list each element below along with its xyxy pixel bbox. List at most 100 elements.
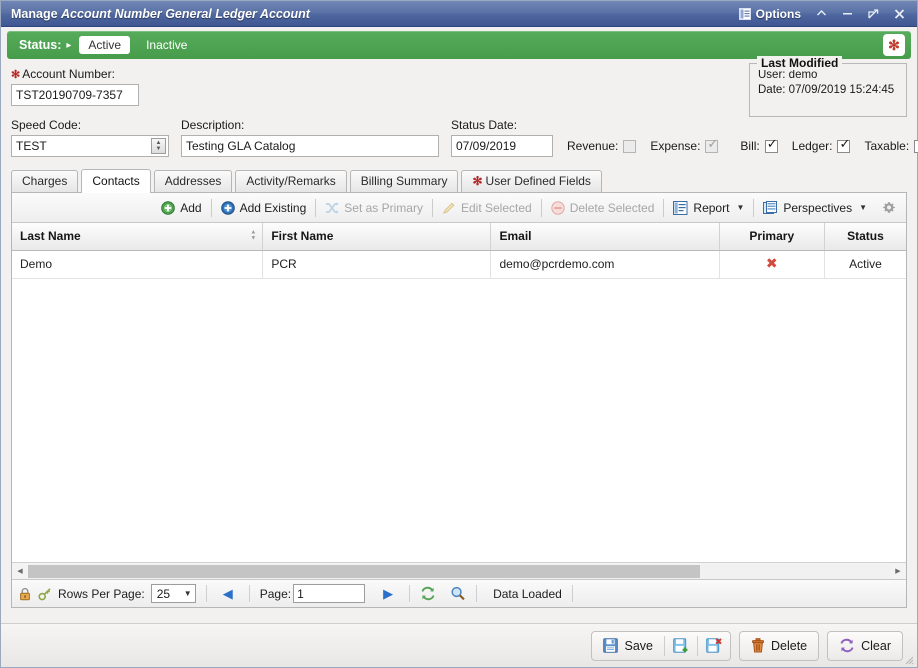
table-row[interactable]: Demo PCR demo@pcrdemo.com ✖ Active xyxy=(12,250,906,278)
column-header-status[interactable]: Status xyxy=(824,223,906,250)
previous-page-button[interactable]: ◀ xyxy=(217,586,239,602)
scroll-right-arrow-icon[interactable]: ▶ xyxy=(890,564,906,579)
tab-charges-label: Charges xyxy=(22,174,67,188)
perspectives-button[interactable]: Perspectives ▼ xyxy=(756,199,874,217)
account-number-input[interactable] xyxy=(11,84,139,106)
lock-icon[interactable] xyxy=(18,587,32,601)
status-option-active[interactable]: Active xyxy=(79,36,130,54)
cell-last-name: Demo xyxy=(12,250,263,278)
resize-grip-icon[interactable] xyxy=(902,653,914,665)
rows-per-page-select[interactable]: 25 ▼ xyxy=(151,584,196,603)
delete-selected-button[interactable]: Delete Selected xyxy=(544,199,662,217)
clear-button[interactable]: Clear xyxy=(828,632,902,660)
status-date-input[interactable] xyxy=(451,135,553,157)
report-icon xyxy=(673,201,688,215)
required-asterisk-icon: ✻ xyxy=(883,34,905,56)
tab-activity-remarks[interactable]: Activity/Remarks xyxy=(235,170,346,192)
status-option-inactive[interactable]: Inactive xyxy=(146,38,187,52)
perspectives-caret-icon[interactable]: ▼ xyxy=(859,203,867,212)
trash-icon xyxy=(751,638,765,653)
report-caret-icon[interactable]: ▼ xyxy=(736,203,744,212)
tab-billing-summary[interactable]: Billing Summary xyxy=(350,170,459,192)
speed-code-spinner-icon[interactable]: ▲▼ xyxy=(151,138,166,154)
expense-label: Expense: xyxy=(650,139,700,153)
grid-settings-button[interactable] xyxy=(874,199,900,217)
expense-checkbox[interactable]: ✓ xyxy=(705,140,718,153)
bill-checkbox[interactable]: ✓ xyxy=(765,140,778,153)
set-as-primary-label: Set as Primary xyxy=(344,201,423,215)
save-and-new-icon xyxy=(673,638,689,653)
tab-strip: Charges Contacts Addresses Activity/Rema… xyxy=(11,169,907,193)
form-area: Last Modified User: demo Date: 07/09/201… xyxy=(1,59,917,157)
title-bar: Manage Account Number General Ledger Acc… xyxy=(1,1,917,27)
report-label: Report xyxy=(693,201,729,215)
revenue-label: Revenue: xyxy=(567,139,618,153)
account-number-field-group: ✻Account Number: xyxy=(11,67,139,106)
delete-button[interactable]: Delete xyxy=(740,632,818,660)
page-title: Manage Account Number General Ledger Acc… xyxy=(11,7,310,21)
scroll-left-arrow-icon[interactable]: ◀ xyxy=(12,564,28,579)
column-header-first-name[interactable]: First Name xyxy=(263,223,491,250)
save-and-close-button[interactable] xyxy=(698,632,730,660)
tab-charges[interactable]: Charges xyxy=(11,170,78,192)
restore-icon[interactable] xyxy=(861,4,885,24)
expense-checkbox-group[interactable]: Expense: ✓ xyxy=(650,139,718,153)
column-header-last-name[interactable]: Last Name ▲▼ xyxy=(12,223,263,250)
revenue-checkbox-group[interactable]: Revenue: xyxy=(567,139,636,153)
status-date-label: Status Date: xyxy=(451,118,553,132)
tab-contacts[interactable]: Contacts xyxy=(81,169,150,193)
set-as-primary-button[interactable]: Set as Primary xyxy=(318,199,430,217)
tab-billing-summary-label: Billing Summary xyxy=(361,174,448,188)
column-header-primary[interactable]: Primary xyxy=(719,223,824,250)
ledger-checkbox-group[interactable]: Ledger: ✓ xyxy=(792,139,851,153)
options-button[interactable]: Options xyxy=(733,5,807,23)
scrollbar-track[interactable] xyxy=(28,564,890,579)
save-and-new-button[interactable] xyxy=(665,632,697,660)
required-fields-badge[interactable]: ✻ xyxy=(883,34,905,56)
search-icon[interactable] xyxy=(450,586,466,601)
taxable-checkbox-group[interactable]: Taxable: ✓ xyxy=(864,139,918,153)
taxable-label: Taxable: xyxy=(864,139,909,153)
last-modified-date: Date: 07/09/2019 15:24:45 xyxy=(758,83,898,98)
page-number-input[interactable] xyxy=(293,584,365,603)
status-expand-arrow-icon[interactable]: ▸ xyxy=(66,40,71,51)
tab-addresses[interactable]: Addresses xyxy=(154,170,233,192)
status-label: Status: xyxy=(19,38,61,52)
tab-required-marker-icon: ✻ xyxy=(472,174,482,188)
taxable-checkbox[interactable]: ✓ xyxy=(914,140,918,153)
add-button[interactable]: Add xyxy=(154,199,208,217)
speed-code-spinbox: ▲▼ xyxy=(11,135,169,157)
tab-addresses-label: Addresses xyxy=(165,174,222,188)
table-body: Demo PCR demo@pcrdemo.com ✖ Active xyxy=(12,250,906,278)
status-toggle-bar: Status: ▸ Active Inactive ✻ xyxy=(7,31,911,59)
toolbar-divider xyxy=(315,199,316,217)
revenue-checkbox[interactable] xyxy=(623,140,636,153)
sort-arrows-icon[interactable]: ▲▼ xyxy=(250,231,256,242)
refresh-icon[interactable] xyxy=(420,586,436,601)
edit-selected-label: Edit Selected xyxy=(461,201,532,215)
collapse-caret-icon[interactable] xyxy=(809,4,833,24)
title-bar-controls: Options xyxy=(733,4,911,24)
column-header-email[interactable]: Email xyxy=(491,223,719,250)
tab-contacts-label: Contacts xyxy=(92,174,139,188)
add-existing-button[interactable]: Add Existing xyxy=(214,199,314,217)
tab-user-defined-fields[interactable]: ✻User Defined Fields xyxy=(461,170,601,192)
clear-button-group: Clear xyxy=(827,631,903,661)
next-page-button[interactable]: ▶ xyxy=(377,586,399,602)
save-button[interactable]: Save xyxy=(592,632,664,660)
speed-code-input[interactable] xyxy=(11,135,169,157)
cell-status: Active xyxy=(824,250,906,278)
bill-checkbox-group[interactable]: Bill: ✓ xyxy=(740,139,777,153)
edit-selected-button[interactable]: Edit Selected xyxy=(435,199,539,217)
footer-action-bar: Save xyxy=(1,623,917,667)
horizontal-scrollbar[interactable]: ◀ ▶ xyxy=(12,562,906,579)
description-input[interactable] xyxy=(181,135,439,157)
last-modified-user: User: demo xyxy=(758,68,898,83)
ledger-checkbox[interactable]: ✓ xyxy=(837,140,850,153)
key-icon[interactable] xyxy=(38,587,52,601)
ledger-label: Ledger: xyxy=(792,139,833,153)
scrollbar-thumb[interactable] xyxy=(28,565,700,578)
close-icon[interactable] xyxy=(887,4,911,24)
minimize-icon[interactable] xyxy=(835,4,859,24)
report-button[interactable]: Report ▼ xyxy=(666,199,751,217)
